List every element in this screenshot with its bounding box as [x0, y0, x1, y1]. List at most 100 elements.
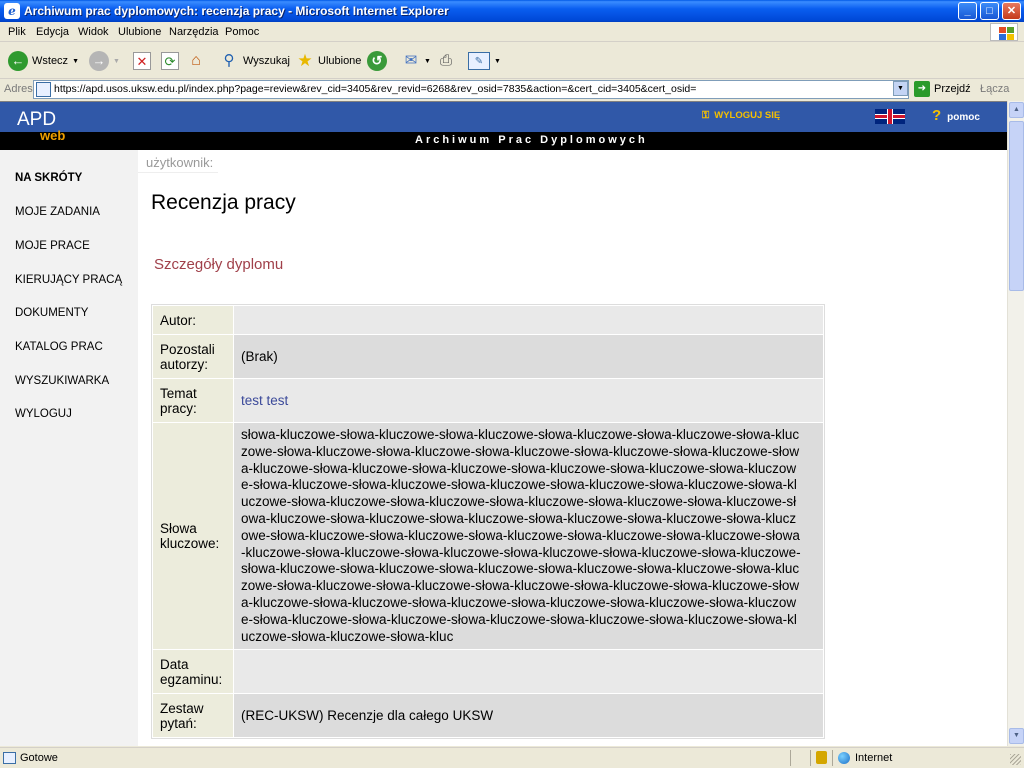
divider: [790, 750, 791, 766]
globe-icon: [838, 752, 850, 764]
details-table: Autor: Pozostali autorzy: (Brak) Temat p…: [151, 304, 825, 740]
table-row: Temat pracy: test test: [153, 379, 823, 422]
mail-button[interactable]: ✉ ▼: [402, 50, 431, 72]
nav-item-search[interactable]: WYSZUKIWARKA: [15, 375, 109, 387]
history-button[interactable]: ↺: [367, 50, 387, 72]
scroll-up-button[interactable]: ▲: [1009, 102, 1024, 118]
table-row: Autor:: [153, 306, 823, 334]
minimize-button[interactable]: _: [958, 2, 977, 20]
vertical-scrollbar[interactable]: ▲ ▼: [1007, 101, 1024, 746]
uk-flag-icon[interactable]: [875, 109, 905, 124]
nav-item-catalog[interactable]: KATALOG PRAC: [15, 341, 103, 353]
menu-edit[interactable]: Edycja: [36, 26, 69, 38]
close-button[interactable]: ✕: [1002, 2, 1021, 20]
row-label: Autor:: [153, 306, 233, 334]
stop-icon: ✕: [133, 52, 151, 70]
menu-file[interactable]: Plik: [8, 26, 26, 38]
nav-item-documents[interactable]: DOKUMENTY: [15, 307, 88, 319]
refresh-button[interactable]: ⟳: [161, 50, 179, 72]
nav-item-my-tasks[interactable]: MOJE ZADANIA: [15, 206, 100, 218]
lock-icon[interactable]: [816, 751, 827, 764]
home-button[interactable]: ⌂: [187, 50, 205, 72]
page-icon: [36, 82, 51, 97]
table-row: Pozostali autorzy: (Brak): [153, 335, 823, 378]
section-title: Szczegóły dyplomu: [154, 256, 284, 273]
apd-header: APD ⚿ WYLOGUJ SIĘ ? pomoc: [0, 102, 1007, 132]
thesis-topic-link[interactable]: test test: [234, 379, 823, 422]
nav-item-shortcuts[interactable]: NA SKRÓTY: [15, 172, 82, 184]
left-nav: NA SKRÓTY MOJE ZADANIA MOJE PRACE KIERUJ…: [0, 150, 138, 746]
back-arrow-icon: ←: [8, 51, 28, 71]
nav-item-supervisor[interactable]: KIERUJĄCY PRACĄ: [15, 274, 122, 286]
toolbar: ← Wstecz ▼ → ▼ ✕ ⟳ ⌂ ⚲ Wyszukaj ★ Ulubio…: [0, 43, 1024, 79]
ie-icon: e: [4, 3, 20, 19]
apd-subtitle: Archiwum Prac Dyplomowych: [415, 134, 648, 146]
help-link[interactable]: ? pomoc: [932, 107, 980, 124]
forward-button[interactable]: → ▼: [89, 50, 120, 72]
row-label: Data egzaminu:: [153, 650, 233, 694]
go-label: Przejdź: [934, 83, 971, 95]
print-button[interactable]: ⎙: [437, 50, 455, 72]
row-label: Zestaw pytań:: [153, 694, 233, 738]
address-input[interactable]: https://apd.usos.uksw.edu.pl/index.php?p…: [33, 80, 909, 99]
address-label: Adres: [4, 83, 33, 95]
address-url[interactable]: https://apd.usos.uksw.edu.pl/index.php?p…: [54, 83, 696, 95]
row-value-cell: słowa-kluczowe-słowa-kluczowe-słowa-kluc…: [234, 423, 823, 650]
divider: [832, 750, 833, 766]
search-icon: ⚲: [223, 52, 235, 69]
status-text: Gotowe: [20, 752, 58, 764]
chevron-down-icon: ▼: [424, 57, 431, 65]
menu-view[interactable]: Widok: [78, 26, 109, 38]
edit-icon: ✎: [468, 52, 490, 70]
address-dropdown-button[interactable]: ▼: [893, 81, 908, 96]
keywords-value: słowa-kluczowe-słowa-kluczowe-słowa-kluc…: [241, 427, 801, 644]
nav-item-my-theses[interactable]: MOJE PRACE: [15, 240, 90, 252]
logout-label: WYLOGUJ SIĘ: [714, 110, 781, 121]
chevron-down-icon: ▼: [113, 57, 120, 65]
row-label: Pozostali autorzy:: [153, 335, 233, 378]
printer-icon: ⎙: [439, 52, 452, 69]
windows-logo-icon: [990, 23, 1018, 41]
back-button[interactable]: ← Wstecz ▼: [8, 50, 79, 72]
address-bar: Adres https://apd.usos.uksw.edu.pl/index…: [0, 79, 1024, 101]
page-viewport: APD ⚿ WYLOGUJ SIĘ ? pomoc Archiwum Prac Dy…: [0, 101, 1007, 746]
edit-button[interactable]: ✎ ▼: [468, 50, 501, 72]
maximize-button[interactable]: □: [980, 2, 999, 20]
title-bar: e Archiwum prac dyplomowych: recenzja pr…: [0, 0, 1024, 22]
apd-subtitle-bar: Archiwum Prac Dyplomowych: [0, 132, 1007, 150]
row-label: Słowa kluczowe:: [153, 423, 233, 650]
nav-item-logout[interactable]: WYLOGUJ: [15, 408, 72, 420]
menu-bar: Plik Edycja Widok Ulubione Narzędzia Pom…: [0, 22, 1024, 42]
row-value: [234, 306, 823, 334]
row-value: (REC-UKSW) Recenzje dla całego UKSW: [234, 694, 823, 738]
menu-help[interactable]: Pomoc: [225, 26, 259, 38]
favorites-button[interactable]: ★ Ulubione: [296, 50, 361, 72]
stop-button[interactable]: ✕: [133, 50, 151, 72]
row-label: Temat pracy:: [153, 379, 233, 422]
resize-grip[interactable]: [1010, 754, 1021, 765]
table-row: Data egzaminu:: [153, 650, 823, 694]
search-button[interactable]: ⚲ Wyszukaj: [220, 50, 290, 72]
help-label: pomoc: [947, 112, 980, 123]
go-button[interactable]: ➜ Przejdź: [914, 81, 971, 97]
mail-icon: ✉: [404, 52, 418, 69]
divider: [810, 750, 811, 766]
question-icon: ?: [932, 107, 942, 124]
refresh-icon: ⟳: [161, 52, 179, 70]
menu-tools[interactable]: Narzędzia: [169, 26, 219, 38]
page-title: Recenzja pracy: [151, 191, 296, 214]
menu-favorites[interactable]: Ulubione: [118, 26, 161, 38]
links-button[interactable]: Łącza: [980, 83, 1009, 95]
row-value: (Brak): [234, 335, 823, 378]
security-zone: Internet: [855, 752, 893, 764]
scroll-down-button[interactable]: ▼: [1009, 728, 1024, 744]
logout-link[interactable]: ⚿ WYLOGUJ SIĘ: [702, 110, 780, 121]
go-arrow-icon: ➜: [914, 81, 930, 97]
user-label: użytkownik:: [146, 155, 214, 170]
star-icon: ★: [297, 51, 313, 70]
page-icon: [3, 752, 16, 764]
scroll-thumb[interactable]: [1009, 121, 1024, 291]
table-row: Zestaw pytań: (REC-UKSW) Recenzje dla ca…: [153, 694, 823, 738]
table-row: Słowa kluczowe: słowa-kluczowe-słowa-klu…: [153, 423, 823, 650]
apd-logo-sub: web: [40, 128, 66, 143]
